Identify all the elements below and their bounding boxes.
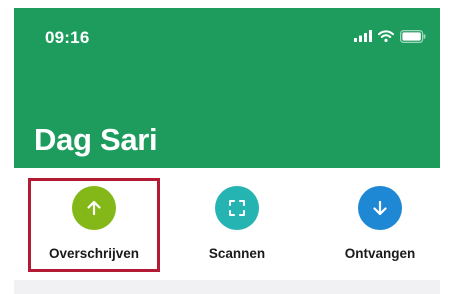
receive-icon-circle: [358, 186, 402, 230]
section-divider: [14, 280, 440, 294]
status-time: 09:16: [45, 28, 90, 47]
arrow-down-icon: [373, 200, 387, 216]
scan-icon-circle: [215, 186, 259, 230]
scan-label: Scannen: [208, 246, 266, 261]
phone-screen: 09:16 Dag Sari Overschrijven Scannen Ont…: [14, 8, 440, 294]
transfer-icon-circle: [72, 186, 116, 230]
receive-label: Ontvangen: [344, 246, 416, 261]
scan-button[interactable]: Scannen: [167, 168, 307, 280]
page-title: Dag Sari: [34, 122, 158, 157]
status-icons: [354, 29, 426, 43]
wifi-icon: [378, 30, 394, 42]
transfer-label: Overschrijven: [48, 246, 140, 261]
quick-actions: Overschrijven Scannen Ontvangen: [14, 168, 440, 280]
signal-icon: [354, 30, 372, 42]
transfer-button[interactable]: Overschrijven: [24, 168, 164, 280]
header: 09:16 Dag Sari: [14, 8, 440, 168]
battery-icon: [400, 29, 426, 43]
status-bar: 09:16: [14, 8, 440, 52]
arrow-up-icon: [87, 200, 101, 216]
receive-button[interactable]: Ontvangen: [310, 168, 440, 280]
scan-icon: [229, 200, 245, 216]
